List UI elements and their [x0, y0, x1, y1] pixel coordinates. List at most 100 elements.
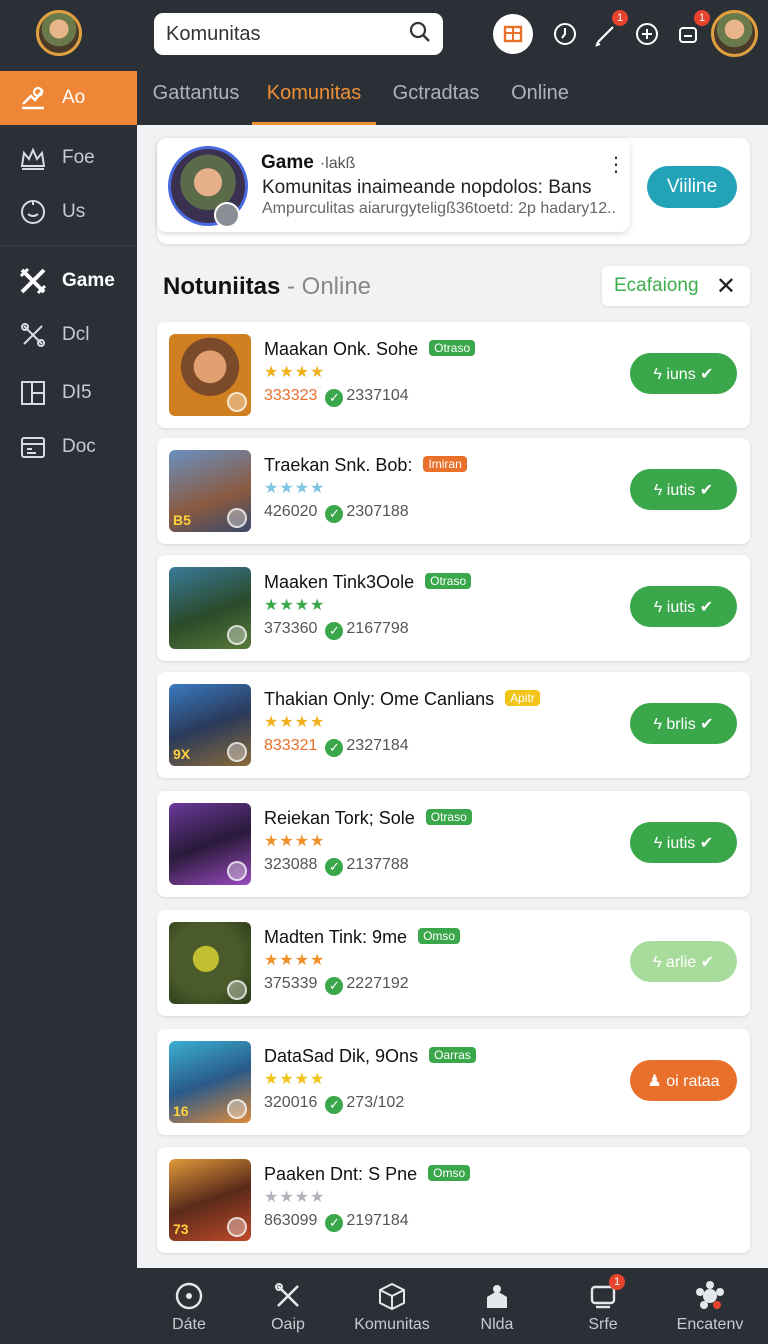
corner-badge-icon: [227, 392, 247, 412]
game-row[interactable]: 9X Thakian Only: Ome Canlians Apitr ★★★★…: [157, 672, 750, 778]
sidebar-item-label: Dcl: [62, 324, 90, 345]
tab-gctradtas[interactable]: Gctradtas: [384, 82, 488, 126]
thumbnail-tag: 16: [173, 1103, 189, 1119]
game-title[interactable]: Paaken Dnt: S Pne Omso: [264, 1164, 471, 1185]
crown-icon: [18, 143, 48, 173]
corner-badge-icon: [227, 1099, 247, 1119]
sidebar-avatar[interactable]: [36, 10, 82, 56]
game-title[interactable]: Thakian Only: Ome Canlians Apitr: [264, 689, 540, 710]
sidebar-item-foe[interactable]: Foe: [0, 131, 137, 185]
sidebar-item-us[interactable]: Us: [0, 185, 137, 239]
game-stats: 375339 ✓ 2227192: [264, 975, 409, 995]
nav-item-oaip[interactable]: Oaip: [233, 1280, 343, 1334]
check-icon: ✓: [325, 1096, 344, 1114]
game-title[interactable]: Maakan Onk. Sohe Otraso: [264, 339, 476, 360]
game-row[interactable]: 73 Paaken Dnt: S Pne Omso ★★★★ 863099 ✓ 21…: [157, 1147, 750, 1253]
join-button[interactable]: ϟ iutis ✔: [630, 586, 737, 627]
tab-gattantus[interactable]: Gattantus: [148, 82, 244, 126]
featured-title: Game ·lakß: [261, 152, 356, 173]
join-button[interactable]: ϟ brlis ✔: [630, 703, 737, 744]
game-thumbnail[interactable]: B5: [169, 450, 251, 532]
sidebar-item-label: Us: [62, 201, 86, 222]
star-rating: ★★★★: [264, 1071, 326, 1088]
game-stats: 833321 ✓ 2327184: [264, 737, 409, 757]
game-thumbnail[interactable]: [169, 567, 251, 649]
nav-item-settings[interactable]: Encatenv: [655, 1280, 765, 1334]
game-row[interactable]: Reiekan Tork; Sole Otraso ★★★★ 323088 ✓ 21…: [157, 791, 750, 897]
check-icon: ✓: [325, 739, 344, 757]
sidebar-item-doc[interactable]: Doc: [0, 420, 137, 474]
sidebar-item-label: DI5: [62, 382, 92, 403]
notification-badge: 1: [694, 10, 710, 26]
thumbnail-tag: B5: [173, 512, 191, 528]
game-row[interactable]: Madten Tink: 9me Omso ★★★★ 375339 ✓ 222719…: [157, 910, 750, 1016]
sidebar-item-dcl[interactable]: Dcl: [0, 308, 137, 362]
game-thumbnail[interactable]: [169, 922, 251, 1004]
thumbnail-tag: 73: [173, 1221, 189, 1237]
corner-badge-icon: [227, 625, 247, 645]
sidebar-item-ao[interactable]: Ao: [0, 71, 137, 125]
user-avatar[interactable]: [711, 10, 758, 57]
pen-icon[interactable]: 1: [586, 10, 628, 54]
tab-komunitas[interactable]: Komunitas: [252, 82, 376, 126]
game-stats: 373360 ✓ 2167798: [264, 620, 409, 640]
timer-icon[interactable]: [545, 14, 585, 54]
sidebar-item-label: Game: [62, 270, 115, 291]
more-options-icon[interactable]: ⋮: [606, 152, 626, 177]
notification-badge: 1: [609, 1274, 625, 1290]
filter-chip[interactable]: Ecafaiong ✕: [602, 266, 750, 306]
game-title[interactable]: Traekan Snk. Bob: Imiran: [264, 455, 467, 476]
game-title[interactable]: Madten Tink: 9me Omso: [264, 927, 461, 948]
corner-badge-icon: [227, 508, 247, 528]
nav-item-date[interactable]: Dáte: [134, 1280, 244, 1334]
game-title[interactable]: DataSad Dik, 9Ons Oarras: [264, 1046, 476, 1067]
nav-item-srfe[interactable]: 1 Srfe: [548, 1274, 658, 1334]
add-icon[interactable]: [627, 14, 667, 54]
status-badge: Oarras: [429, 1047, 476, 1063]
join-button[interactable]: ϟ iutis ✔: [630, 469, 737, 510]
chat-icon: 1: [587, 1274, 625, 1312]
search-icon[interactable]: [409, 21, 431, 48]
game-stats: 426020 ✓ 2307188: [264, 503, 409, 523]
game-stats: 333323 ✓ 2337104: [264, 387, 409, 407]
game-thumbnail[interactable]: [169, 803, 251, 885]
search-input[interactable]: [166, 22, 409, 46]
inbox-icon[interactable]: 1: [668, 10, 710, 54]
join-button[interactable]: ϟ iuns ✔: [630, 353, 737, 394]
status-badge: Omso: [418, 928, 461, 944]
status-badge: Otraso: [425, 809, 472, 825]
smile-icon: [18, 197, 48, 227]
nav-item-nlda[interactable]: Nlda: [442, 1280, 552, 1334]
join-button[interactable]: ♟ oi rataa: [630, 1060, 737, 1101]
join-button[interactable]: ϟ arlie ✔: [630, 941, 737, 982]
star-rating: ★★★★: [264, 714, 326, 731]
game-row[interactable]: Maaken Tink3Oole Otraso ★★★★ 373360 ✓ 2167…: [157, 555, 750, 661]
game-title[interactable]: Reiekan Tork; Sole Otraso: [264, 808, 472, 829]
star-rating: ★★★★: [264, 833, 326, 850]
corner-badge-icon: [227, 861, 247, 881]
status-badge: Imiran: [423, 456, 467, 472]
home-icon: [481, 1280, 513, 1312]
game-title[interactable]: Maaken Tink3Oole Otraso: [264, 572, 472, 593]
game-row[interactable]: B5 Traekan Snk. Bob: Imiran ★★★★ 426020 ✓…: [157, 438, 750, 544]
featured-view-button[interactable]: Viiline: [647, 166, 737, 208]
game-thumbnail[interactable]: [169, 334, 251, 416]
check-icon: ✓: [325, 858, 344, 876]
close-icon[interactable]: ✕: [716, 272, 736, 301]
check-icon: ✓: [325, 622, 344, 640]
sidebar-item-game[interactable]: Game: [0, 254, 137, 308]
featured-headline: Komunitas inaimeande nopdolos: Bans: [262, 177, 592, 198]
gift-icon[interactable]: [493, 14, 533, 54]
join-button[interactable]: ϟ iutis ✔: [630, 822, 737, 863]
sidebar-item-di5[interactable]: DI5: [0, 366, 137, 420]
search-bar[interactable]: [154, 13, 443, 55]
check-icon: ✓: [325, 389, 344, 407]
game-thumbnail[interactable]: 73: [169, 1159, 251, 1241]
nav-item-komunitas[interactable]: Komunitas: [337, 1280, 447, 1334]
game-row[interactable]: Maakan Onk. Sohe Otraso ★★★★ 333323 ✓ 2337…: [157, 322, 750, 428]
crossed-swords-icon: [18, 266, 48, 296]
game-thumbnail[interactable]: 16: [169, 1041, 251, 1123]
game-row[interactable]: 16 DataSad Dik, 9Ons Oarras ★★★★ 320016 ✓…: [157, 1029, 750, 1135]
game-thumbnail[interactable]: 9X: [169, 684, 251, 766]
tab-online[interactable]: Online: [500, 82, 580, 126]
